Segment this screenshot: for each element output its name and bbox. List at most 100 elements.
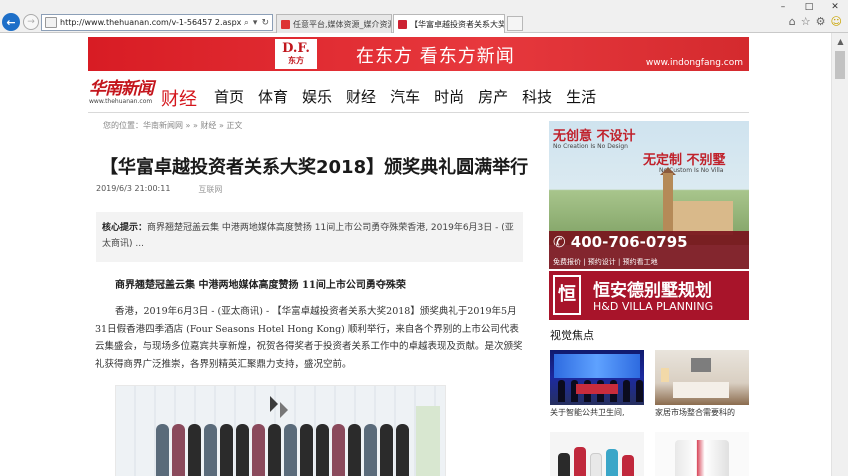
- person: [172, 424, 185, 476]
- address-bar[interactable]: http://www.thehuanan.com/v-1-56457 2.asp…: [41, 14, 273, 31]
- villa-tower: [663, 173, 673, 233]
- ad-headline-1-en: No Creation Is No Design: [553, 143, 628, 150]
- scroll-up-icon[interactable]: ▲: [832, 33, 848, 50]
- focus-image: [655, 432, 749, 476]
- tab-label: 【华富卓越投资者关系大奖...: [410, 19, 505, 29]
- tab-favicon: [398, 19, 407, 29]
- refresh-icon[interactable]: ↻: [261, 18, 269, 28]
- search-icon[interactable]: ⌕: [244, 18, 249, 28]
- stage-screen: [554, 354, 640, 378]
- person: [156, 424, 169, 476]
- ad-brand-name-en: H&D VILLA PLANNING: [593, 300, 714, 313]
- person: [380, 424, 393, 476]
- banner-logo-subtext: 东方: [288, 56, 304, 65]
- scrollbar-thumb[interactable]: [835, 51, 845, 79]
- focus-image: [550, 350, 644, 405]
- article-title: 【华富卓越投资者关系大奖2018】颁奖典礼圆满举行: [100, 157, 529, 178]
- stage-logo: [576, 384, 618, 394]
- person: [268, 424, 281, 476]
- photo-plant: [416, 406, 440, 476]
- focus-caption[interactable]: 关于智能公共卫生间,: [550, 407, 644, 418]
- tab-media-resources[interactable]: 任意平台,媒体资源_媒介资源_...: [276, 14, 392, 33]
- back-button[interactable]: ←: [2, 13, 20, 31]
- focus-item[interactable]: [655, 432, 749, 476]
- person: [348, 424, 361, 476]
- article-photo: [115, 385, 446, 476]
- minimize-button[interactable]: –: [770, 0, 796, 13]
- site-logo-name: 华南新闻: [89, 79, 154, 99]
- villa-ad[interactable]: 无创意 不设计 No Creation Is No Design 无定制 不别墅…: [549, 121, 749, 320]
- nav-item-home[interactable]: 首页: [214, 86, 244, 107]
- person: [300, 424, 313, 476]
- page-icon: [45, 17, 57, 28]
- web-page: D.F. 东方 在东方 看东方新闻 www.indongfang.com 华南新…: [0, 33, 831, 476]
- person: [284, 424, 297, 476]
- summary-label: 核心提示：: [102, 223, 148, 233]
- person: [236, 424, 249, 476]
- maximize-button[interactable]: □: [796, 0, 822, 13]
- nav-item-finance[interactable]: 财经: [346, 86, 376, 107]
- focus-item[interactable]: 家居市场整合需要科的: [655, 350, 749, 418]
- address-url[interactable]: http://www.thehuanan.com/v-1-56457 2.asp…: [60, 18, 244, 27]
- channel-title: 财经: [161, 89, 197, 110]
- dropdown-icon[interactable]: ▾: [253, 18, 258, 28]
- article-date: 2019/6/3 21:00:11: [96, 184, 171, 193]
- article-subheading: 商界翘楚冠盖云集 中港两地媒体高度赞扬 11间上市公司勇夺殊荣: [115, 280, 406, 291]
- person: [332, 424, 345, 476]
- ad-headline-2: 无定制 不别墅: [643, 153, 726, 168]
- nav-item-tech[interactable]: 科技: [522, 86, 552, 107]
- favorites-icon[interactable]: ☆: [801, 15, 811, 28]
- person: [220, 424, 233, 476]
- browser-chrome: – □ ✕ ← → http://www.thehuanan.com/v-1-5…: [0, 0, 848, 33]
- article-meta: 2019/6/3 21:00:11 互联网: [96, 184, 222, 195]
- breadcrumb[interactable]: 您的位置：华南新闻网 » » 财经 » 正文: [103, 120, 242, 131]
- summary-text: 商界翘楚冠盖云集 中港两地媒体高度赞扬 11间上市公司勇夺殊荣香港, 2019年…: [102, 223, 514, 249]
- nav-item-fashion[interactable]: 时尚: [434, 86, 464, 107]
- focus-caption[interactable]: 家居市场整合需要科的: [655, 407, 749, 418]
- ad-phone-band: ✆ 400-706-0795 免费报价 | 预约设计 | 预约看工地: [549, 231, 749, 269]
- nav-divider: [88, 112, 749, 113]
- back-arrow-icon: ←: [6, 15, 16, 29]
- site-logo[interactable]: 华南新闻 www.thehuanan.com: [89, 79, 154, 108]
- forward-button[interactable]: →: [23, 14, 39, 30]
- home-icon[interactable]: ⌂: [789, 15, 796, 28]
- ad-brand-name: 恒安德别墅规划: [593, 281, 712, 301]
- nav-item-life[interactable]: 生活: [566, 86, 596, 107]
- main-nav: 首页 体育 娱乐 财经 汽车 时尚 房产 科技 生活: [214, 86, 596, 107]
- banner-slogan: 在东方 看东方新闻: [356, 46, 515, 67]
- article-paragraph: 香港，2019年6月3日 - (亚太商讯) - 【华富卓越投资者关系大奖2018…: [95, 306, 523, 370]
- tab-label: 任意平台,媒体资源_媒介资源_...: [293, 19, 391, 29]
- person: [204, 424, 217, 476]
- feedback-icon[interactable]: ☺: [831, 15, 842, 28]
- person: [316, 424, 329, 476]
- browser-toolbar-icons: ⌂ ☆ ⚙ ☺: [789, 15, 842, 28]
- photo-people: [156, 424, 416, 476]
- close-window-button[interactable]: ✕: [822, 0, 848, 13]
- banner-logo-text: D.F.: [282, 41, 310, 56]
- top-banner-ad[interactable]: D.F. 东方 在东方 看东方新闻 www.indongfang.com: [88, 37, 749, 71]
- focus-image: [655, 350, 749, 405]
- new-tab-button[interactable]: [507, 16, 523, 31]
- focus-item[interactable]: 关于智能公共卫生间,: [550, 350, 644, 418]
- tab-article[interactable]: 【华富卓越投资者关系大奖... ✕: [393, 14, 505, 33]
- villa-house: [673, 201, 733, 235]
- forward-arrow-icon: →: [27, 17, 35, 27]
- product-cup: [675, 440, 729, 476]
- ad-headline-1: 无创意 不设计: [553, 129, 636, 144]
- ad-brand-logo: 恒: [553, 275, 581, 315]
- nav-item-auto[interactable]: 汽车: [390, 86, 420, 107]
- site-logo-url: www.thehuanan.com: [89, 98, 153, 105]
- dongfang-logo: D.F. 东方: [275, 39, 317, 69]
- phone-text: 400-706-0795: [570, 233, 688, 251]
- ad-brand-band: 恒 恒安德别墅规划 H&D VILLA PLANNING: [549, 271, 749, 320]
- room-lamp: [661, 368, 669, 382]
- focus-item[interactable]: [550, 432, 644, 476]
- person: [396, 424, 409, 476]
- vertical-scrollbar[interactable]: ▲: [831, 33, 848, 476]
- nav-item-sports[interactable]: 体育: [258, 86, 288, 107]
- settings-icon[interactable]: ⚙: [816, 15, 826, 28]
- award-logo-icon: [270, 396, 288, 418]
- nav-item-entertainment[interactable]: 娱乐: [302, 86, 332, 107]
- ad-phone-links: 免费报价 | 预约设计 | 预约看工地: [553, 258, 658, 266]
- nav-item-realestate[interactable]: 房产: [478, 86, 508, 107]
